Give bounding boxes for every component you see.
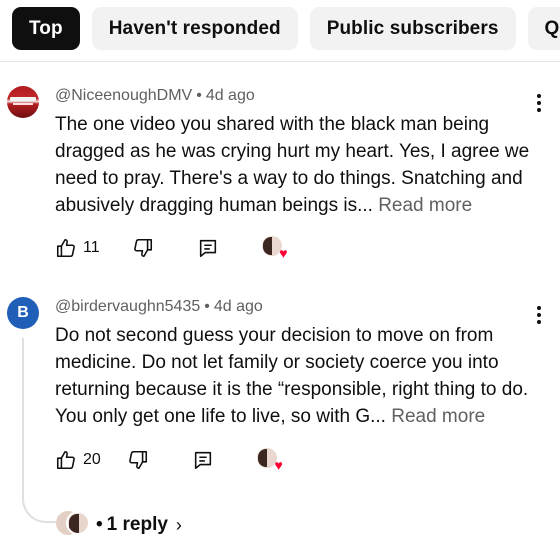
comment-actions: 11 ♥ [55, 234, 288, 262]
heart-icon: ♥ [279, 245, 288, 261]
view-replies-button[interactable]: • 1 reply › [56, 508, 182, 542]
chevron-right-icon: › [175, 514, 182, 535]
timestamp: 4d ago [205, 87, 255, 104]
thumbs-up-icon[interactable] [55, 237, 77, 259]
thumbs-up-icon[interactable] [55, 449, 77, 471]
reply-icon[interactable] [197, 237, 219, 259]
comment-meta: @NiceenoughDMV • 4d ago [55, 87, 255, 105]
like-count: 11 [83, 239, 100, 256]
heart-icon: ♥ [274, 457, 283, 473]
comment-meta: @birdervaughn5435 • 4d ago [55, 298, 263, 316]
avatar[interactable] [7, 86, 39, 118]
timestamp: 4d ago [213, 298, 263, 315]
comment-actions: 20 ♥ [55, 446, 283, 474]
like-count: 20 [83, 451, 101, 468]
author-name[interactable]: @birdervaughn5435 [55, 298, 200, 315]
comment-text: Do not second guess your decision to mov… [55, 322, 535, 430]
read-more-link[interactable]: Read more [391, 406, 485, 427]
creator-heart[interactable]: ♥ [256, 448, 283, 473]
comment-text: The one video you shared with the black … [55, 111, 535, 219]
avatar[interactable]: B [7, 297, 39, 329]
thumbs-down-icon[interactable] [132, 237, 154, 259]
reply-avatars [56, 509, 90, 541]
more-vert-icon[interactable] [536, 94, 542, 112]
reply-count-label: 1 reply [106, 514, 168, 535]
read-more-link[interactable]: Read more [378, 195, 472, 216]
reply-count: • 1 reply [96, 514, 168, 535]
reply-icon[interactable] [192, 449, 214, 471]
filter-chips: Top Haven't responded Public subscribers… [12, 7, 560, 51]
separator-dot: • [204, 298, 210, 315]
avatar [66, 511, 90, 535]
separator-dot: • [196, 87, 202, 104]
thread-connector [22, 338, 56, 523]
chip-top[interactable]: Top [12, 7, 80, 50]
thumbs-down-icon[interactable] [127, 449, 149, 471]
chip-public-subscribers[interactable]: Public subscribers [309, 7, 516, 50]
more-vert-icon[interactable] [536, 306, 542, 324]
divider [0, 61, 560, 62]
chip-more[interactable]: Qu [527, 7, 560, 50]
author-name[interactable]: @NiceenoughDMV [55, 87, 192, 104]
creator-heart[interactable]: ♥ [261, 236, 288, 261]
chip-havent-responded[interactable]: Haven't responded [91, 7, 298, 50]
